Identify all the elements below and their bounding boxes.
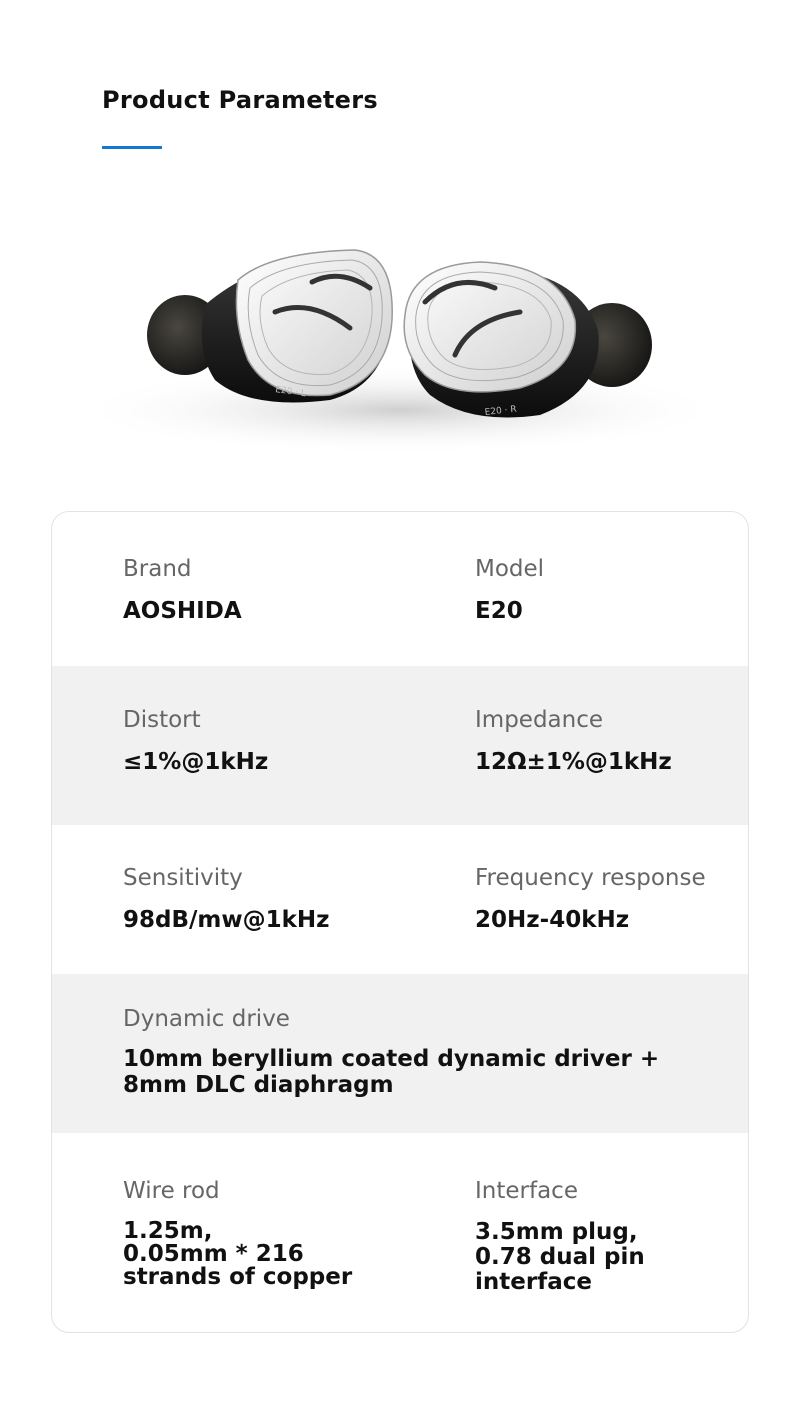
earphones-image: E20 · L E20 · R — [70, 249, 730, 455]
interface-value: 3.5mm plug, 0.78 dual pin interface — [475, 1219, 645, 1295]
param-row: Dynamic drive 10mm beryllium coated dyna… — [52, 974, 748, 1133]
distort-value: ≤1%@1kHz — [123, 749, 269, 775]
model-label: Model — [475, 556, 545, 582]
wire-label: Wire rod — [123, 1178, 220, 1204]
frequency-value: 20Hz-40kHz — [475, 907, 630, 933]
page-title: Product Parameters — [102, 86, 378, 114]
interface-label: Interface — [475, 1178, 578, 1204]
dynamic-label: Dynamic drive — [123, 1006, 290, 1032]
brand-label: Brand — [123, 556, 192, 582]
parameters-card: Brand AOSHIDA Model E20 Distort ≤1%@1kHz… — [51, 511, 749, 1333]
model-value: E20 — [475, 598, 523, 624]
sensitivity-label: Sensitivity — [123, 865, 243, 891]
param-row: Distort ≤1%@1kHz Impedance 12Ω±1%@1kHz — [52, 666, 748, 825]
title-underline — [102, 146, 162, 149]
brand-value: AOSHIDA — [123, 598, 242, 624]
param-row: Brand AOSHIDA Model E20 — [52, 512, 748, 666]
sensitivity-value: 98dB/mw@1kHz — [123, 907, 330, 933]
impedance-label: Impedance — [475, 707, 604, 733]
param-row: Sensitivity 98dB/mw@1kHz Frequency respo… — [52, 825, 748, 974]
dynamic-value: 10mm beryllium coated dynamic driver + 8… — [123, 1046, 660, 1098]
param-row: Wire rod 1.25m, 0.05mm * 216 strands of … — [52, 1133, 748, 1332]
impedance-value: 12Ω±1%@1kHz — [475, 749, 672, 775]
wire-value: 1.25m, 0.05mm * 216 strands of copper — [123, 1218, 353, 1290]
distort-label: Distort — [123, 707, 201, 733]
frequency-label: Frequency response — [475, 865, 706, 891]
